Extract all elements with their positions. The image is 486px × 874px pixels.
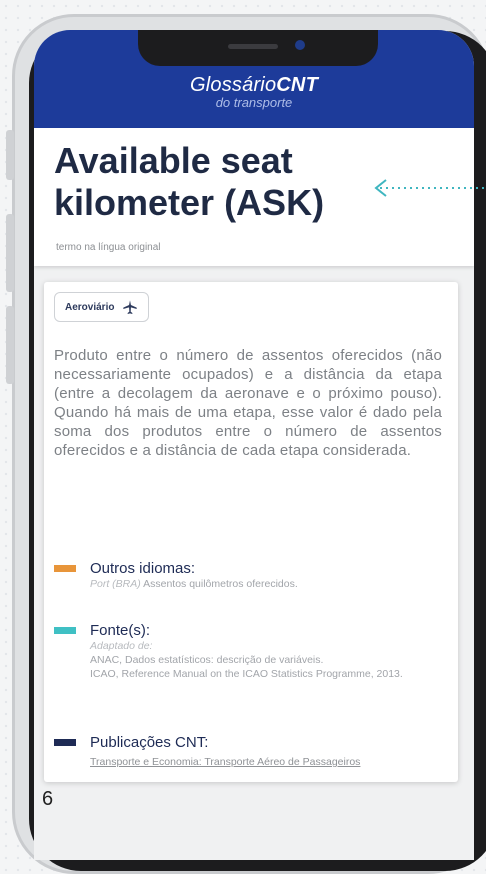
other-languages-section: Outros idiomas: Port (BRA) Assentos quil… (54, 560, 446, 591)
teal-marker (54, 627, 76, 634)
sources-adapted-label: Adaptado de: (90, 640, 153, 652)
translation-text: Assentos quilômetros oferecidos. (143, 578, 298, 590)
side-button-volume-down (6, 306, 14, 384)
term-subtitle: termo na língua original (56, 242, 161, 253)
speaker (228, 44, 278, 49)
publications-section: Publicações CNT: Transporte e Economia: … (54, 734, 446, 769)
brand-bold: CNT (276, 74, 318, 96)
page-number: 6 (42, 788, 54, 810)
brand-main: Glossário (190, 74, 277, 96)
publication-link[interactable]: Transporte e Economia: Transporte Aéreo … (90, 756, 360, 768)
page-title: Available seat kilometer (ASK) (54, 140, 325, 223)
category-tag[interactable]: Aeroviário (54, 292, 150, 322)
category-tag-label: Aeroviário (65, 301, 115, 313)
publications-title: Publicações CNT: (90, 734, 209, 751)
orange-marker (54, 565, 76, 572)
term-card: Aeroviário Produto entre o número de ass… (44, 282, 458, 782)
phone-screen: GlossárioCNT do transporte Available sea… (34, 30, 474, 860)
navy-marker (54, 739, 76, 746)
airplane-icon (123, 300, 138, 314)
front-camera (295, 40, 305, 50)
side-button-volume-up (6, 214, 14, 292)
app-logo[interactable]: GlossárioCNT do transporte (34, 74, 474, 110)
definition-text: Produto entre o número de assentos ofere… (54, 347, 442, 459)
brand-sub: do transporte (215, 95, 293, 110)
dotted-arrow-icon (374, 179, 486, 197)
sources-section: Fonte(s): Adaptado de: ANAC, Dados estat… (54, 622, 446, 681)
side-button-mute (6, 130, 14, 180)
source-icao: ICAO, Reference Manual on the ICAO Stati… (90, 668, 403, 680)
other-languages-title: Outros idiomas: (90, 560, 196, 577)
sources-title: Fonte(s): (90, 622, 151, 639)
source-anac: ANAC, Dados estatísticos: descrição de v… (90, 654, 324, 666)
language-code: Port (BRA) (90, 578, 141, 590)
notch (138, 30, 378, 66)
